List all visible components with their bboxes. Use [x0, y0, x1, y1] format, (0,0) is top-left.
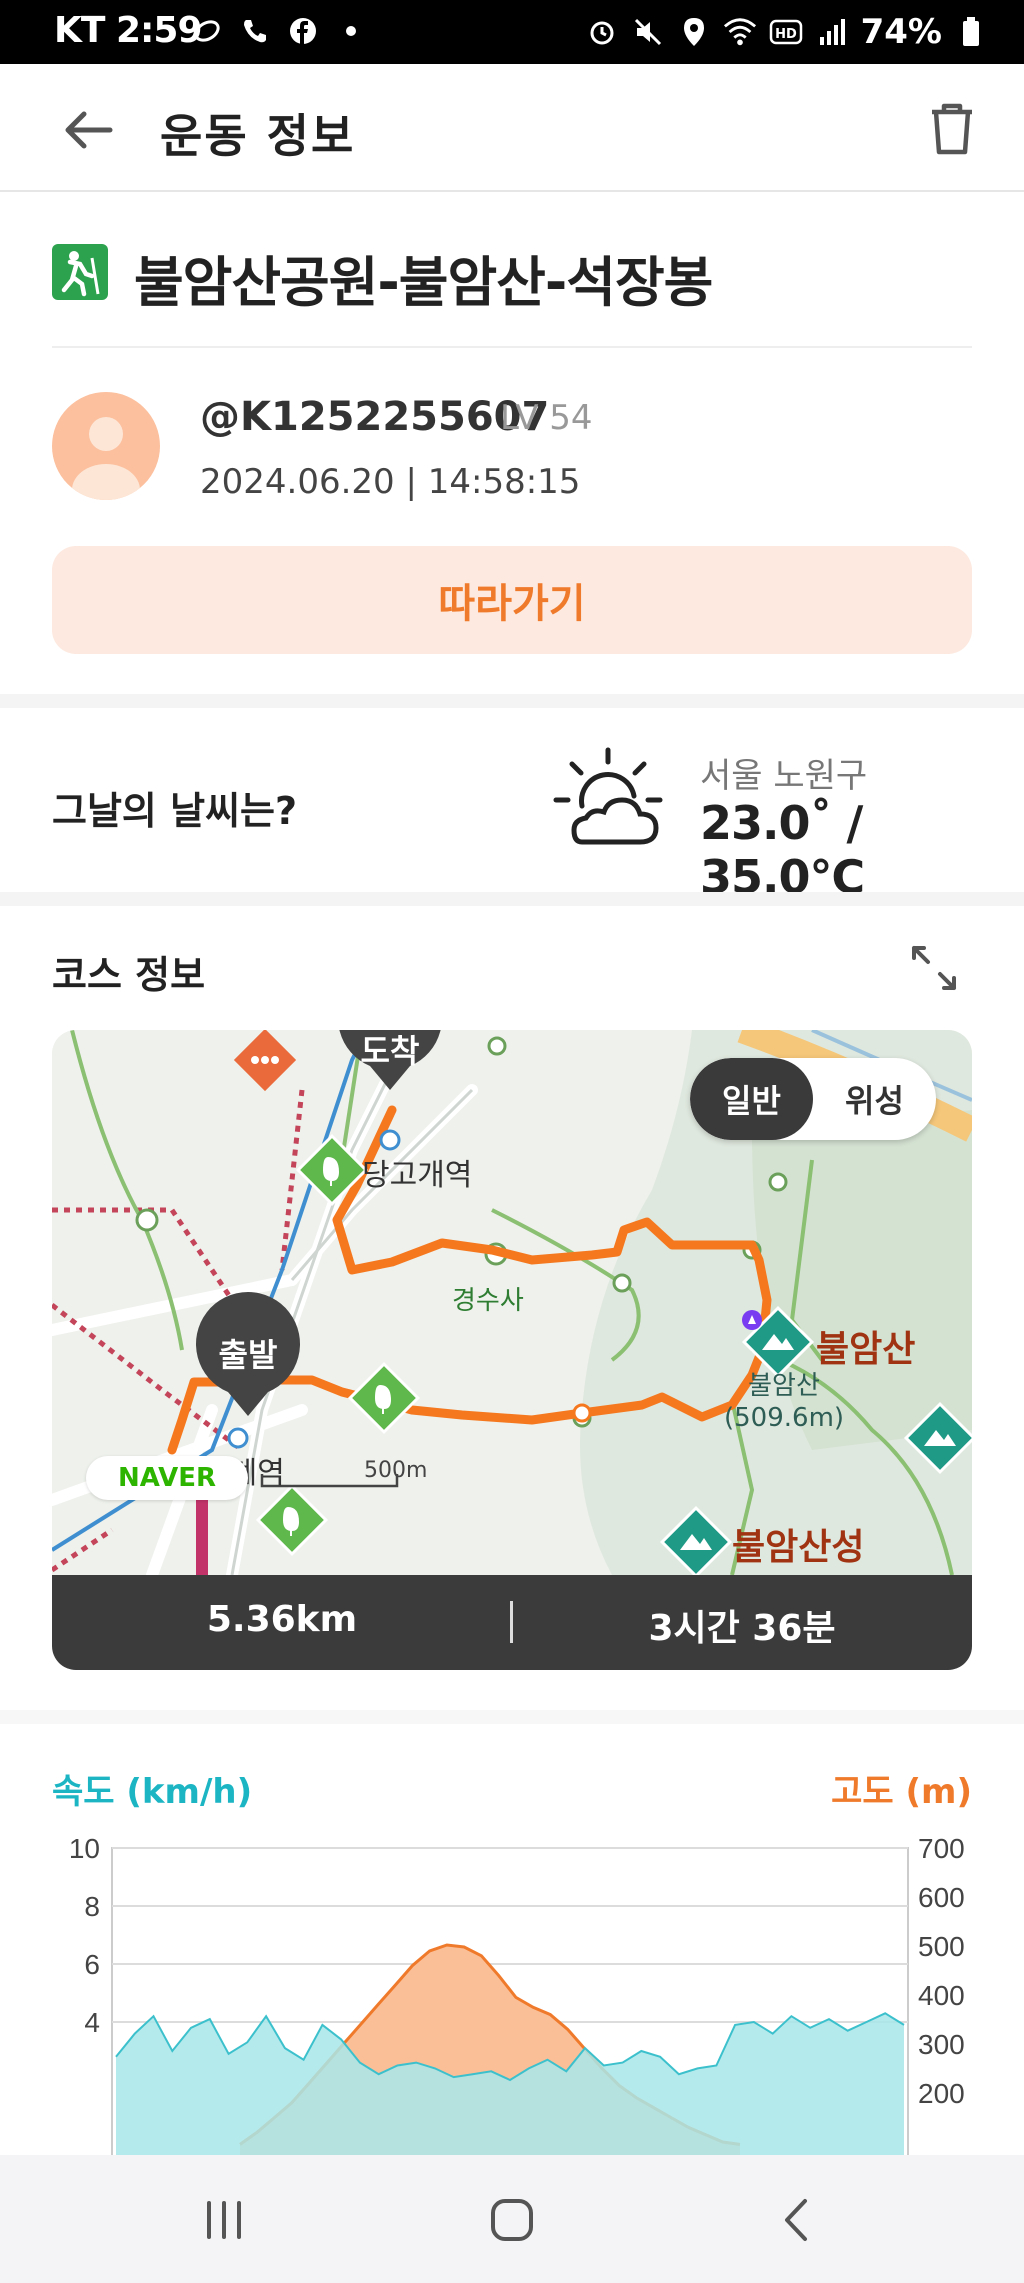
speed-altitude-chart: 10 8 6 4 700 600 500 400 300 200 [40, 1826, 1000, 2156]
map-type-normal[interactable]: 일반 [690, 1058, 813, 1140]
avatar[interactable] [52, 392, 160, 500]
course-info-title: 코스 정보 [52, 953, 206, 997]
chevron-left-icon [785, 2199, 807, 2241]
workout-datetime: 2024.06.20 | 14:58:15 [200, 462, 581, 502]
username[interactable]: @K1252255607 [200, 394, 549, 440]
course-duration: 3시간 36분 [648, 1608, 836, 1649]
dot-icon [334, 14, 368, 48]
naver-logo: NAVER [86, 1456, 248, 1500]
section-divider [0, 1710, 1024, 1724]
map-label-fortress: 불암산성 [732, 1527, 865, 1568]
system-icons: HD 74% [585, 12, 988, 52]
arrow-left-icon [65, 111, 113, 149]
call-icon [238, 14, 272, 48]
map-type-satellite[interactable]: 위성 [813, 1058, 936, 1140]
delete-button[interactable] [920, 96, 984, 160]
y-left-tick-label: 10 [69, 1833, 100, 1864]
home-icon [491, 2199, 533, 2241]
map-label-temple: 경수사 [452, 1286, 524, 1316]
status-bar: KT 2:59 HD 74% [0, 0, 1024, 64]
course-stats-bar: 5.36km 3시간 36분 [52, 1575, 972, 1670]
system-back-button[interactable] [758, 2185, 838, 2255]
trash-icon [932, 103, 972, 155]
map-type-toggle: 일반 위성 [690, 1058, 936, 1140]
chart-canvas: 10 8 6 4 700 600 500 400 300 200 [69, 1833, 965, 2156]
battery-level: 74% [860, 12, 942, 52]
y-right-tick-label: 600 [918, 1882, 965, 1913]
mute-icon [631, 15, 665, 49]
back-button[interactable] [56, 98, 120, 162]
battery-icon [954, 15, 988, 49]
y-right-tick-label: 700 [918, 1833, 965, 1864]
altitude-axis-label: 고도 (m) [831, 1772, 972, 1812]
start-pin-label: 출발 [219, 1336, 278, 1374]
page-title: 운동 정보 [160, 109, 356, 163]
map-label-peak-small: 불암산 (509.6m) [724, 1371, 845, 1433]
map-label-station-end: 당고개역 [362, 1158, 473, 1193]
app-header: 운동 정보 [0, 64, 1024, 192]
shoe-icon [190, 14, 224, 48]
y-left-tick-label: 4 [84, 2007, 100, 2038]
recent-apps-icon [207, 2201, 241, 2239]
map-label-peak-big: 불암산 [816, 1329, 916, 1370]
course-title-row: 불암산공원-불암산-석장봉 [52, 236, 972, 348]
recent-apps-button[interactable] [184, 2185, 264, 2255]
follow-button[interactable]: 따라가기 [52, 546, 972, 654]
user-icon [72, 417, 140, 500]
alarm-icon [585, 15, 619, 49]
course-distance: 5.36km [206, 1599, 358, 1640]
y-right-tick-label: 200 [918, 2078, 965, 2109]
course-map[interactable]: 도착 출발 당고개역 경수사 상계역 불암산 불암산 (509.6m) 불암산성… [52, 1030, 972, 1575]
end-pin-label: 도착 [361, 1032, 420, 1070]
section-divider [0, 694, 1024, 708]
signal-icon [815, 15, 849, 49]
expand-map-button[interactable] [906, 940, 962, 996]
notification-icons [190, 14, 368, 48]
location-icon [677, 15, 711, 49]
y-left-tick-label: 8 [84, 1891, 100, 1922]
hiking-icon [52, 244, 108, 300]
wifi-icon [723, 15, 757, 49]
y-left-tick-label: 6 [84, 1949, 100, 1980]
expand-icon [912, 946, 956, 990]
weather-location: 서울 노원구 [700, 756, 868, 796]
map-scale: 500m [364, 1458, 428, 1483]
status-time: KT 2:59 [54, 10, 203, 51]
user-level: LV 54 [500, 398, 593, 438]
hd-icon: HD [769, 15, 803, 49]
y-right-tick-label: 500 [918, 1931, 965, 1962]
course-title: 불암산공원-불암산-석장봉 [134, 251, 713, 314]
weather-question: 그날의 날씨는? [52, 789, 298, 833]
section-divider [0, 892, 1024, 906]
y-right-tick-label: 400 [918, 1980, 965, 2011]
system-navigation-bar [0, 2155, 1024, 2283]
facebook-icon [286, 14, 320, 48]
y-right-tick-label: 300 [918, 2029, 965, 2060]
svg-text:HD: HD [775, 27, 797, 42]
home-button[interactable] [472, 2185, 552, 2255]
partly-cloudy-icon [552, 744, 664, 856]
weather-temperature: 23.0˚ / 35.0℃ [700, 796, 865, 904]
speed-axis-label: 속도 (km/h) [52, 1772, 253, 1812]
